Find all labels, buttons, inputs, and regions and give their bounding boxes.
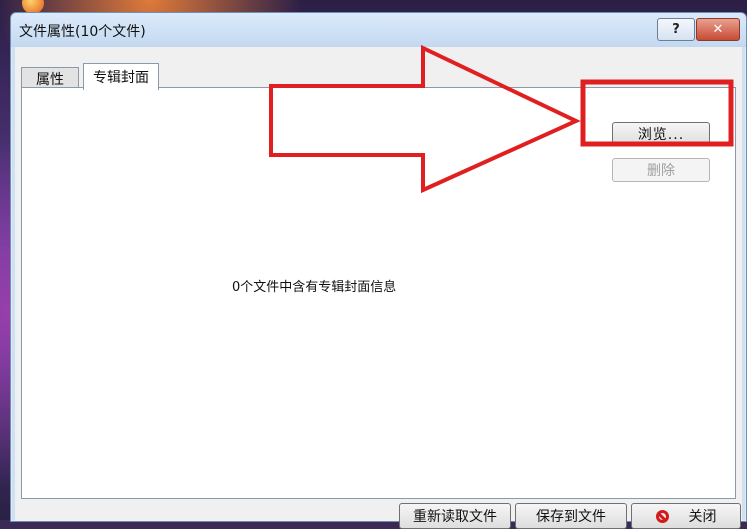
- help-button[interactable]: ?: [657, 18, 695, 41]
- help-icon: ?: [672, 22, 680, 37]
- window-close-button[interactable]: ✕: [696, 18, 740, 41]
- file-properties-dialog: 文件属性(10个文件) ? ✕ 属性 专辑封面 浏览... 删除 0个文件中含有…: [10, 12, 747, 529]
- forbidden-icon: [655, 509, 669, 523]
- reread-files-button[interactable]: 重新读取文件: [399, 503, 511, 529]
- album-cover-panel: 浏览... 删除 0个文件中含有专辑封面信息: [21, 87, 736, 499]
- save-to-file-button[interactable]: 保存到文件: [515, 503, 627, 529]
- baidu-watermark: Bai du 经验: [570, 453, 736, 486]
- tab-album-cover[interactable]: 专辑封面: [83, 63, 159, 90]
- window-title: 文件属性(10个文件): [19, 24, 146, 40]
- delete-button[interactable]: 删除: [612, 158, 710, 182]
- title-bar[interactable]: 文件属性(10个文件) ? ✕: [11, 13, 746, 47]
- close-icon: ✕: [712, 22, 724, 37]
- close-button-label: 关闭: [688, 509, 717, 525]
- cover-info-text: 0个文件中含有专辑封面信息: [232, 280, 397, 295]
- close-button[interactable]: 关闭: [631, 503, 741, 529]
- browse-button[interactable]: 浏览...: [612, 122, 710, 146]
